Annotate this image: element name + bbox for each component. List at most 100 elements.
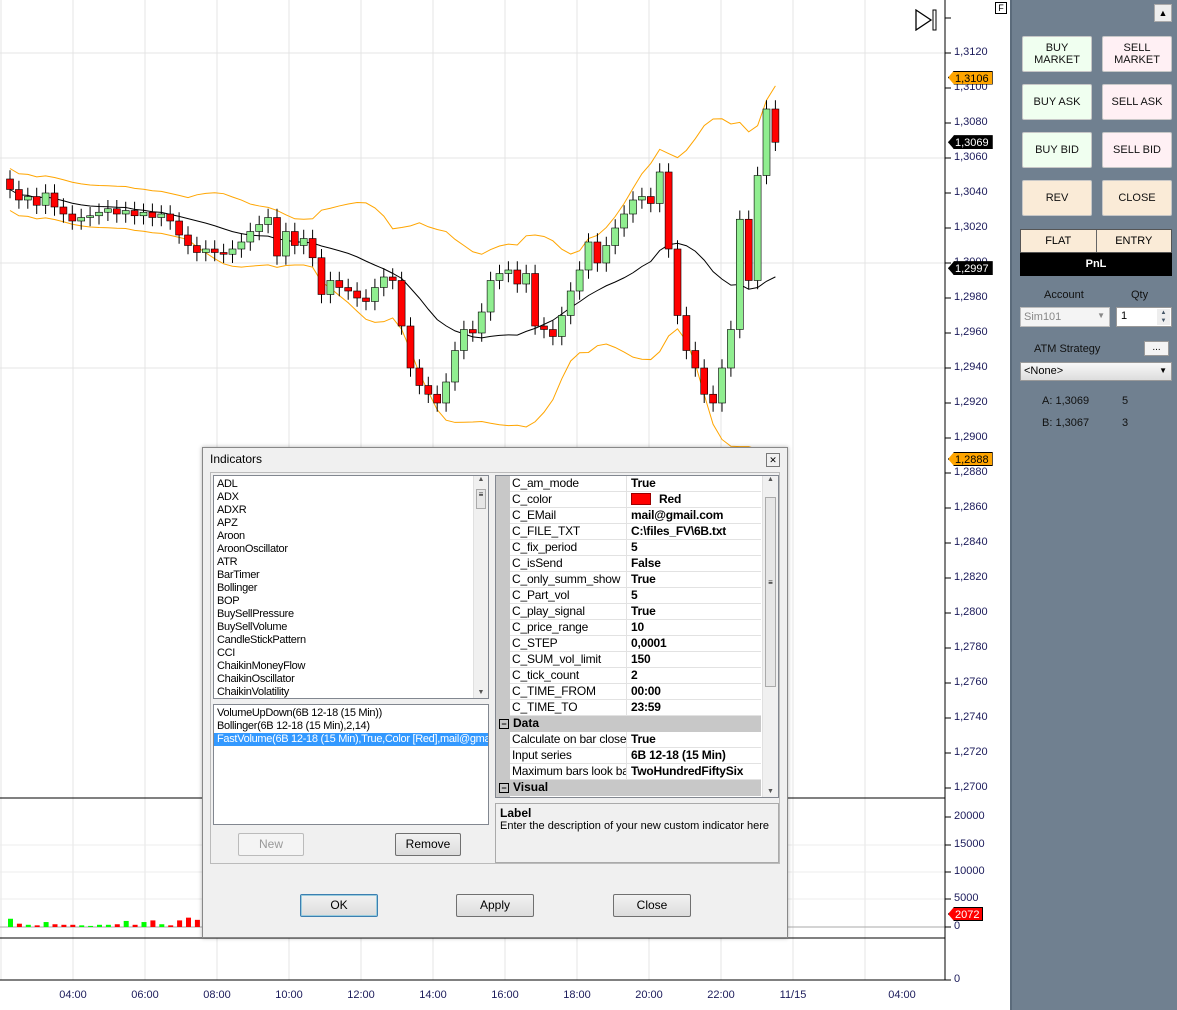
volume-bar (123, 920, 129, 927)
property-row[interactable]: C_fix_period 5 (510, 540, 761, 556)
property-row[interactable]: C_STEP 0,0001 (510, 636, 761, 652)
candle-body (664, 171, 673, 250)
close-position-button[interactable]: CLOSE (1102, 180, 1172, 216)
property-row[interactable]: C_EMail mail@gmail.com (510, 508, 761, 524)
indicator-list-item[interactable]: ATR (214, 556, 488, 569)
indicator-list-item[interactable]: BarTimer (214, 569, 488, 582)
property-row[interactable]: C_Part_vol 5 (510, 588, 761, 604)
ok-button[interactable]: OK (300, 894, 378, 917)
account-select[interactable]: Sim101 ▼ (1020, 307, 1110, 327)
property-row[interactable]: C_SUM_vol_limit 150 (510, 652, 761, 668)
indicator-list-item[interactable]: ChaikinVolatility (214, 686, 488, 698)
indicator-list-item[interactable]: APZ (214, 517, 488, 530)
indicator-list-item[interactable]: BuySellPressure (214, 608, 488, 621)
property-row[interactable]: C_play_signal True (510, 604, 761, 620)
indicator-list-item[interactable]: BuySellVolume (214, 621, 488, 634)
color-swatch (631, 493, 651, 505)
property-row[interactable]: C_am_mode True (510, 476, 761, 492)
candle-body (727, 329, 735, 369)
property-grid[interactable]: C_am_mode True C_color Red C_EMail mail@gmail… (495, 475, 779, 798)
dialog-close-icon[interactable]: ✕ (766, 453, 780, 467)
candle-body (344, 287, 353, 292)
indicator-list-item[interactable]: Bollinger (214, 582, 488, 595)
indicator-list-item[interactable]: ChaikinMoneyFlow (214, 660, 488, 673)
volume-bar (88, 925, 94, 927)
qty-stepper[interactable]: 1 ▲ ▼ (1116, 307, 1172, 327)
buy-market-button[interactable]: BUY MARKET (1022, 36, 1092, 72)
collapse-panel-button[interactable]: ▲ (1154, 4, 1172, 22)
indicator-list-item[interactable]: ADL (214, 478, 488, 491)
dialog-title: Indicators (210, 452, 263, 466)
property-category[interactable]: − Visual (496, 780, 761, 796)
chart-trader-panel: ▲ BUY MARKET SELL MARKET BUY ASK SELL AS… (1010, 0, 1177, 1010)
f-button[interactable]: F (995, 2, 1007, 14)
apply-button[interactable]: Apply (456, 894, 534, 917)
atm-strategy-select[interactable]: <None> ▼ (1020, 362, 1172, 381)
indicator-list-item[interactable]: ADXR (214, 504, 488, 517)
applied-indicator-item[interactable]: VolumeUpDown(6B 12-18 (15 Min)) (214, 707, 488, 720)
available-indicators-list[interactable]: ADL ADX ADXR APZ Aroon AroonOscillator ATR BarT… (213, 475, 489, 699)
property-category[interactable]: − Data (496, 716, 761, 732)
sell-bid-button[interactable]: SELL BID (1102, 132, 1172, 168)
price-tick-label: 1,2760 (954, 676, 988, 688)
candle-body (504, 269, 513, 274)
candle-body (228, 248, 237, 255)
candle-body (531, 273, 539, 327)
candle-body (32, 196, 41, 206)
indicator-list-item[interactable]: Aroon (214, 530, 488, 543)
property-row[interactable]: C_color Red (510, 492, 761, 508)
indicator-list-item[interactable]: ADX (214, 491, 488, 504)
price-tick-label: 1,2880 (954, 466, 988, 478)
buy-ask-button[interactable]: BUY ASK (1022, 84, 1092, 120)
property-name: C_TIME_TO (512, 700, 627, 715)
property-row[interactable]: C_FILE_TXT C:\files_FV\6B.txt (510, 524, 761, 540)
remove-button[interactable]: Remove (395, 833, 461, 856)
property-row[interactable]: C_price_range 10 (510, 620, 761, 636)
property-row[interactable]: C_only_summ_show True (510, 572, 761, 588)
volume-bar (132, 924, 138, 927)
indicator-list-item[interactable]: CCI (214, 647, 488, 660)
candle-body (290, 231, 299, 246)
scrollbar[interactable]: ▲ ≡ ▼ (473, 476, 488, 698)
atm-strategy-button[interactable]: ... (1144, 341, 1169, 356)
sell-market-button[interactable]: SELL MARKET (1102, 36, 1172, 72)
go-to-end-icon[interactable] (914, 8, 938, 32)
atm-strategy-value: <None> (1024, 365, 1064, 377)
property-row[interactable]: C_isSend False (510, 556, 761, 572)
property-value: 2 (631, 668, 638, 682)
new-button[interactable]: New (238, 833, 304, 856)
indicator-list-item[interactable]: AroonOscillator (214, 543, 488, 556)
indicator-list-item[interactable]: ChaikinOscillator (214, 673, 488, 686)
indicator-list-item[interactable]: CandleStickPattern (214, 634, 488, 647)
applied-indicator-item[interactable]: FastVolume(6B 12-18 (15 Min),True,Color … (214, 733, 488, 746)
property-row[interactable]: C_TIME_TO 23:59 (510, 700, 761, 716)
buy-bid-button[interactable]: BUY BID (1022, 132, 1092, 168)
applied-indicators-list[interactable]: VolumeUpDown(6B 12-18 (15 Min)) Bollinger… (213, 704, 489, 825)
property-row[interactable]: Input series 6B 12-18 (15 Min) (510, 748, 761, 764)
chevron-down-icon: ▼ (1159, 366, 1167, 375)
candle-body (50, 192, 59, 208)
property-value: False (631, 556, 661, 570)
spinner-icon[interactable]: ▲ ▼ (1157, 309, 1170, 325)
property-name: C_STEP (512, 636, 627, 651)
volume-bar (8, 918, 13, 927)
collapse-icon[interactable]: − (499, 783, 509, 793)
price-tick-label: 1,2960 (954, 326, 988, 338)
applied-indicator-item[interactable]: Bollinger(6B 12-18 (15 Min),2,14) (214, 720, 488, 733)
scrollbar[interactable]: ▲ ≡ ▼ (762, 476, 778, 797)
property-value: Red (659, 492, 682, 506)
candle-body (175, 220, 183, 236)
price-tick-label: 1,2920 (954, 396, 988, 408)
candle-body (682, 315, 691, 351)
property-row[interactable]: C_tick_count 2 (510, 668, 761, 684)
property-row[interactable]: Maximum bars look back TwoHundredFiftySix (510, 764, 761, 780)
close-button[interactable]: Close (613, 894, 691, 917)
property-row[interactable]: C_TIME_FROM 00:00 (510, 684, 761, 700)
property-row[interactable]: Calculate on bar close True (510, 732, 761, 748)
indicator-list-item[interactable]: BOP (214, 595, 488, 608)
sell-ask-button[interactable]: SELL ASK (1102, 84, 1172, 120)
volume-tick-label: 5000 (954, 892, 979, 904)
reverse-button[interactable]: REV (1022, 180, 1092, 216)
time-axis-label: 14:00 (419, 989, 447, 1001)
collapse-icon[interactable]: − (499, 719, 509, 729)
